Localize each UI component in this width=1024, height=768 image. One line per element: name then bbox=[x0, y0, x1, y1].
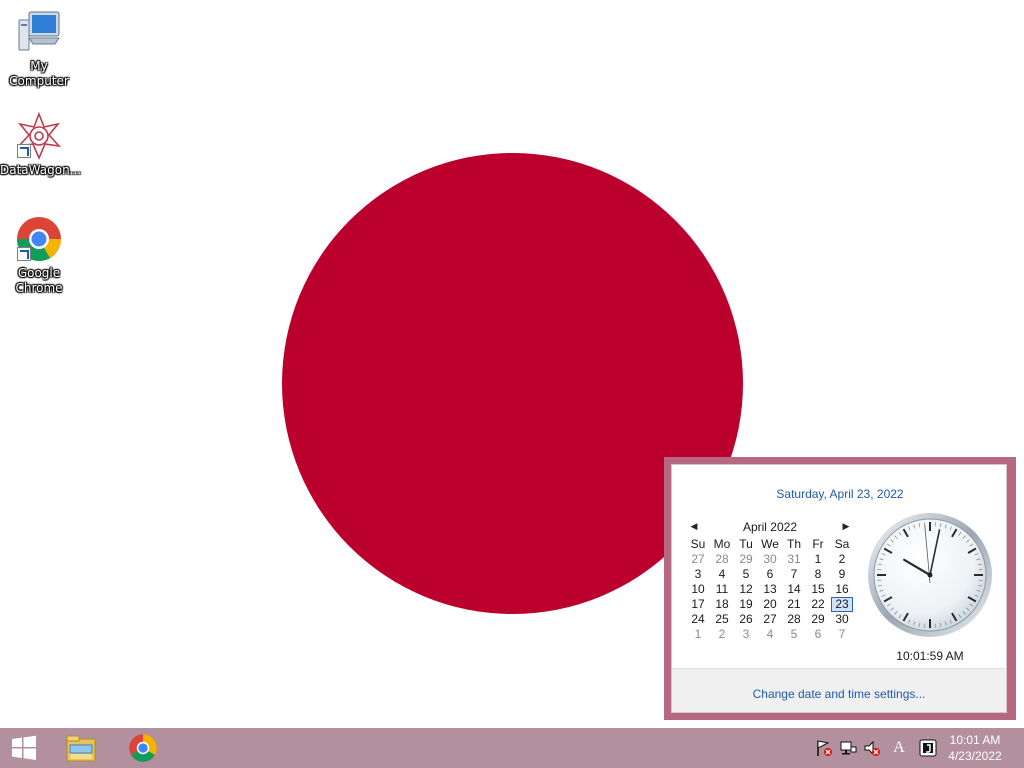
calendar-day[interactable]: 11 bbox=[710, 582, 734, 597]
calendar-day[interactable]: 9 bbox=[830, 567, 854, 582]
calendar-days: 27 28 29 30 31 1 2 3 4 5 6 7 8 9 10 11 12 13 14 15 16 17 18 19 2… bbox=[686, 552, 854, 642]
taskbar-file-explorer[interactable] bbox=[57, 728, 105, 768]
calendar-day[interactable]: 4 bbox=[758, 627, 782, 642]
calendar-day[interactable]: 31 bbox=[782, 552, 806, 567]
calendar-month-label[interactable]: April 2022 bbox=[686, 520, 854, 534]
weekday-label: Th bbox=[786, 537, 801, 551]
start-button[interactable] bbox=[0, 728, 48, 768]
ime-a-icon[interactable]: A bbox=[889, 738, 909, 758]
calendar-day[interactable]: 27 bbox=[686, 552, 710, 567]
desktop-icon-label: Google Chrome bbox=[15, 266, 63, 295]
calendar-week-row: 27 28 29 30 31 1 2 bbox=[686, 552, 854, 567]
analog-clock bbox=[868, 513, 992, 637]
chrome-icon bbox=[129, 734, 157, 762]
calendar-day[interactable]: 3 bbox=[734, 627, 758, 642]
calendar-day[interactable]: 19 bbox=[734, 597, 758, 612]
calendar-day[interactable]: 12 bbox=[734, 582, 758, 597]
calendar: ◀ April 2022 ▶ Su Mo Tu We Th Fr Sa 27 28 29 30 31… bbox=[686, 517, 854, 642]
file-explorer-icon bbox=[66, 735, 96, 762]
windows-start-icon bbox=[12, 735, 36, 760]
calendar-day[interactable]: 8 bbox=[806, 567, 830, 582]
flyout-panel: Saturday, April 23, 2022 ◀ April 2022 ▶ … bbox=[671, 464, 1007, 713]
selected-day-label: 23 bbox=[831, 597, 853, 612]
weekday-header-row: Su Mo Tu We Th Fr Sa bbox=[686, 537, 854, 552]
calendar-day[interactable]: 4 bbox=[710, 567, 734, 582]
calendar-day[interactable]: 27 bbox=[758, 612, 782, 627]
calendar-day[interactable]: 1 bbox=[806, 552, 830, 567]
chrome-icon bbox=[15, 215, 63, 263]
calendar-day[interactable]: 6 bbox=[806, 627, 830, 642]
calendar-day-selected[interactable]: 23 bbox=[830, 597, 854, 612]
desktop-icon-datawagon[interactable]: DataWagon... bbox=[0, 111, 82, 178]
taskbar-chrome[interactable] bbox=[119, 728, 167, 768]
network-icon[interactable] bbox=[838, 738, 858, 758]
calendar-day[interactable]: 21 bbox=[782, 597, 806, 612]
weekday-label: Tu bbox=[739, 537, 753, 551]
calendar-day[interactable]: 7 bbox=[830, 627, 854, 642]
calendar-day[interactable]: 17 bbox=[686, 597, 710, 612]
calendar-day[interactable]: 2 bbox=[830, 552, 854, 567]
flyout-footer: Change date and time settings... bbox=[672, 669, 1006, 712]
weekday-label: Fr bbox=[812, 537, 824, 551]
action-center-flag-icon[interactable] bbox=[814, 738, 834, 758]
taskbar: A 10:01 AM 4/23/2022 bbox=[0, 728, 1024, 768]
calendar-day[interactable]: 3 bbox=[686, 567, 710, 582]
calendar-day[interactable]: 28 bbox=[710, 552, 734, 567]
desktop-icon-my-computer[interactable]: My Computer bbox=[0, 8, 78, 89]
calendar-day[interactable]: 24 bbox=[686, 612, 710, 627]
next-month-icon[interactable]: ▶ bbox=[840, 520, 852, 532]
clock-center bbox=[927, 572, 933, 578]
calendar-day[interactable]: 6 bbox=[758, 567, 782, 582]
calendar-day[interactable]: 26 bbox=[734, 612, 758, 627]
calendar-day[interactable]: 16 bbox=[830, 582, 854, 597]
app-tray-icon[interactable] bbox=[918, 738, 938, 758]
calendar-week-row: 10 11 12 13 14 15 16 bbox=[686, 582, 854, 597]
calendar-day[interactable]: 30 bbox=[758, 552, 782, 567]
calendar-day[interactable]: 28 bbox=[782, 612, 806, 627]
date-time-flyout: Saturday, April 23, 2022 ◀ April 2022 ▶ … bbox=[664, 457, 1016, 720]
calendar-day[interactable]: 29 bbox=[734, 552, 758, 567]
desktop-icon-label: DataWagon... bbox=[0, 163, 82, 177]
weekday-label: Mo bbox=[713, 537, 731, 551]
calendar-day[interactable]: 22 bbox=[806, 597, 830, 612]
calendar-day[interactable]: 5 bbox=[782, 627, 806, 642]
change-date-time-settings-link[interactable]: Change date and time settings... bbox=[672, 687, 1006, 701]
calendar-week-row: 1234567 bbox=[686, 627, 854, 642]
calendar-day[interactable]: 1 bbox=[686, 627, 710, 642]
volume-muted-icon[interactable] bbox=[862, 738, 882, 758]
shortcut-arrow-icon bbox=[17, 247, 31, 261]
computer-icon bbox=[15, 8, 63, 56]
calendar-day[interactable]: 18 bbox=[710, 597, 734, 612]
calendar-week-row: 24 25 26 27 28 29 30 bbox=[686, 612, 854, 627]
weekday-label: Su bbox=[690, 537, 706, 551]
desktop-icon-label: My Computer bbox=[9, 59, 69, 88]
taskbar-clock-date: 4/23/2022 bbox=[948, 749, 1002, 763]
long-date-link[interactable]: Saturday, April 23, 2022 bbox=[672, 487, 1008, 501]
weekday-label: We bbox=[761, 537, 779, 551]
calendar-day[interactable]: 10 bbox=[686, 582, 710, 597]
calendar-day[interactable]: 14 bbox=[782, 582, 806, 597]
calendar-day[interactable]: 7 bbox=[782, 567, 806, 582]
calendar-day[interactable]: 5 bbox=[734, 567, 758, 582]
datawagon-icon bbox=[15, 111, 63, 161]
calendar-day[interactable]: 29 bbox=[806, 612, 830, 627]
desktop-icon-google-chrome[interactable]: Google Chrome bbox=[0, 215, 78, 296]
calendar-nav: ◀ April 2022 ▶ bbox=[686, 517, 854, 537]
taskbar-clock-time: 10:01 AM bbox=[949, 733, 1001, 747]
calendar-week-row: 3456789 bbox=[686, 567, 854, 582]
calendar-day[interactable]: 13 bbox=[758, 582, 782, 597]
calendar-grid: Su Mo Tu We Th Fr Sa 27 28 29 30 31 1 2 3 4 5 6 7 8 9 10 11 12… bbox=[686, 537, 854, 642]
calendar-day[interactable]: 25 bbox=[710, 612, 734, 627]
shortcut-arrow-icon bbox=[17, 144, 31, 158]
calendar-day[interactable]: 15 bbox=[806, 582, 830, 597]
weekday-label: Sa bbox=[834, 537, 850, 551]
calendar-day[interactable]: 2 bbox=[710, 627, 734, 642]
calendar-day[interactable]: 30 bbox=[830, 612, 854, 627]
taskbar-clock[interactable]: 10:01 AM 4/23/2022 bbox=[940, 732, 1010, 764]
digital-time: 10:01:59 AM bbox=[896, 649, 964, 663]
calendar-day[interactable]: 20 bbox=[758, 597, 782, 612]
calendar-week-row: 17 18 19 20 21 22 23 bbox=[686, 597, 854, 612]
